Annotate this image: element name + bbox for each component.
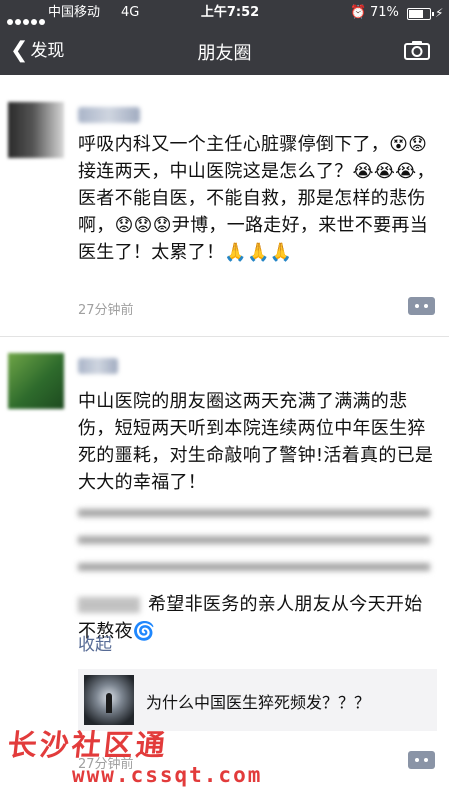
top-bar: 中国移动 4G 上午7:52 ⏰ 71% ⚡ ❮ 发现 朋友圈: [0, 0, 449, 75]
carrier-name: 中国移动: [48, 5, 101, 20]
navigation-bar: ❮ 发现 朋友圈: [0, 26, 449, 75]
charging-icon: ⚡: [435, 6, 444, 20]
dot-icon: [415, 304, 419, 308]
author-name[interactable]: [78, 107, 140, 123]
author-name[interactable]: [78, 358, 118, 374]
watermark-url: www.cssqt.com: [72, 763, 263, 787]
camera-icon[interactable]: [404, 40, 430, 60]
post-time: 27分钟前: [78, 303, 134, 318]
network-type: 4G: [121, 5, 140, 20]
alarm-icon: ⏰: [350, 5, 367, 20]
battery-percentage: 71%: [370, 5, 399, 20]
comment-button[interactable]: [408, 751, 435, 769]
avatar[interactable]: [8, 102, 64, 158]
status-bar: 中国移动 4G 上午7:52 ⏰ 71% ⚡: [0, 0, 449, 26]
battery-icon: [407, 8, 434, 20]
status-time: 上午7:52: [200, 5, 260, 20]
dot-icon: [424, 758, 428, 762]
silhouette-icon: [106, 693, 112, 713]
page-title: 朋友圈: [197, 43, 252, 64]
watermark-logo: 长沙社区通: [6, 728, 170, 762]
avatar[interactable]: [8, 353, 64, 409]
battery-level-fill: [409, 10, 423, 18]
moment-post: 呼吸内科又一个主任心脏骤停倒下了，😵😟接连两天，中山医院这是怎么了？😭😭😭，医者…: [0, 75, 449, 337]
blurred-word: [78, 597, 140, 613]
comment-button[interactable]: [408, 297, 435, 315]
post-text: 呼吸内科又一个主任心脏骤停倒下了，😵😟接连两天，中山医院这是怎么了？😭😭😭，医者…: [78, 134, 435, 263]
collapse-link[interactable]: 收起: [78, 630, 112, 655]
link-title: 为什么中国医生猝死频发？？？: [146, 693, 371, 712]
dot-icon: [415, 758, 419, 762]
post-text: 中山医院的朋友圈这两天充满了满满的悲伤，短短两天听到本院连续两位中年医生猝死的噩…: [78, 391, 434, 493]
dot-icon: [424, 304, 428, 308]
post-text-tail: 希望非医务的亲人朋友从今天开始不熬夜🌀: [78, 564, 438, 645]
